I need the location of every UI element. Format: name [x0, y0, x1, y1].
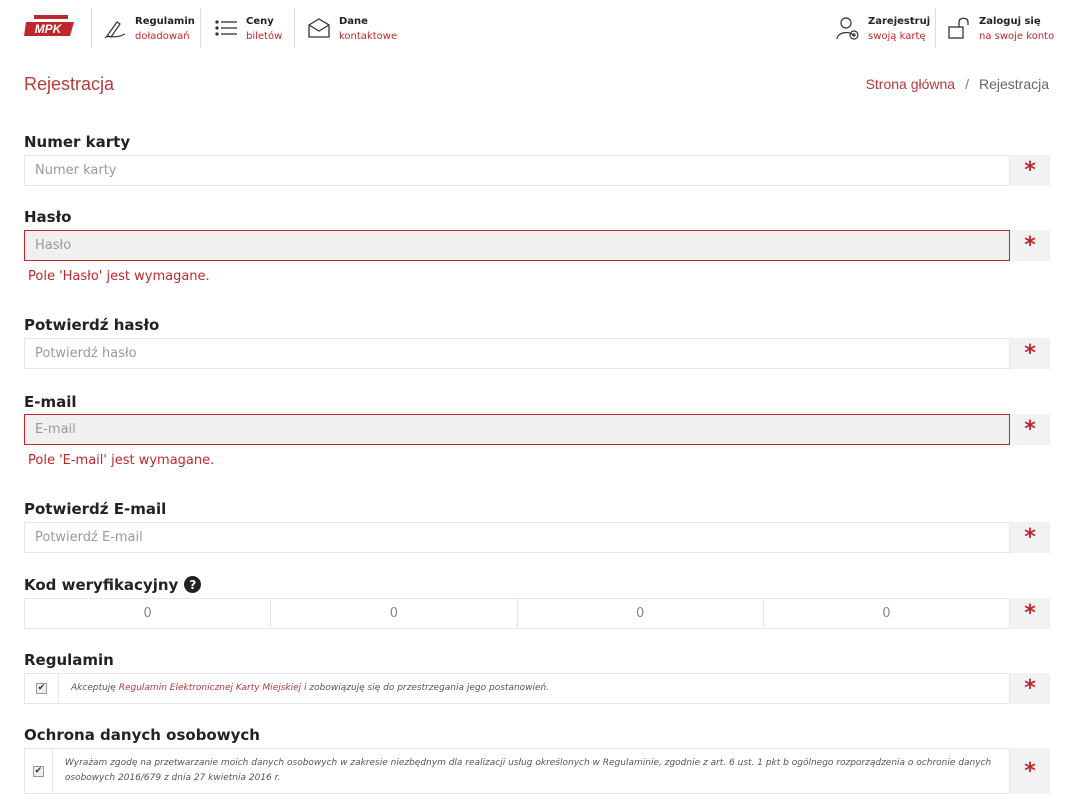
confirm-password-label: Potwierdź hasło [24, 316, 160, 334]
terms-row: ✔ Akceptuję Regulamin Elektronicznej Kar… [24, 673, 1010, 704]
divider [294, 8, 295, 48]
card-number-input[interactable]: Numer karty [24, 155, 1010, 186]
confirm-email-input[interactable]: Potwierdź E-mail [24, 522, 1010, 553]
list-icon [214, 16, 238, 40]
privacy-row: ✔ Wyrażam zgodę na przetwarzanie moich d… [24, 748, 1010, 794]
envelope-icon [307, 16, 331, 40]
nav-subtitle: na swoje konto [979, 31, 1055, 42]
nav-subtitle: swoją kartę [868, 31, 926, 42]
verification-code-label-text: Kod weryfikacyjny [24, 576, 179, 594]
terms-checkbox[interactable]: ✔ [36, 683, 47, 694]
terms-text-before: Akceptuję [71, 683, 119, 693]
verification-code-inputs: 0 0 0 0 [24, 598, 1010, 629]
verification-code-label: Kod weryfikacyjny? [24, 576, 202, 594]
breadcrumb-home-link[interactable]: Strona główna [866, 76, 956, 92]
email-error: Pole 'E-mail' jest wymagane. [28, 453, 215, 468]
verification-digit-input[interactable]: 0 [24, 598, 272, 629]
logo-text: MPK [35, 22, 63, 36]
required-marker: * [1010, 338, 1050, 369]
page-title: Rejestracja [24, 74, 115, 94]
email-input[interactable]: E-mail [24, 414, 1010, 445]
required-marker: * [1010, 673, 1050, 704]
required-marker: * [1010, 414, 1050, 445]
divider [91, 8, 92, 48]
nav-title: Zaloguj się [979, 16, 1041, 27]
terms-text: Akceptuję Regulamin Elektronicznej Karty… [59, 677, 561, 700]
confirm-email-label: Potwierdź E-mail [24, 500, 167, 518]
pen-icon [103, 16, 127, 40]
help-icon[interactable]: ? [184, 576, 202, 593]
nav-subtitle: kontaktowe [339, 31, 398, 42]
terms-link[interactable]: Regulamin Elektronicznej Karty Miejskiej [119, 683, 301, 693]
privacy-label: Ochrona danych osobowych [24, 726, 260, 744]
nav-regulamin[interactable]: Regulamin doładowań [103, 14, 195, 44]
required-marker: * [1010, 522, 1050, 553]
required-marker: * [1010, 155, 1050, 186]
card-number-label: Numer karty [24, 133, 131, 151]
nav-dane[interactable]: Dane kontaktowe [307, 14, 397, 44]
nav-title: Zarejestruj [868, 16, 931, 27]
verification-digit-input[interactable]: 0 [763, 598, 1010, 629]
email-label: E-mail [24, 393, 77, 411]
mpk-logo[interactable]: MPK [24, 14, 76, 40]
privacy-checkbox-cell: ✔ [25, 749, 53, 793]
nav-subtitle: biletów [246, 31, 283, 42]
divider [935, 8, 936, 48]
breadcrumb-separator: / [965, 76, 969, 92]
required-marker: * [1010, 598, 1050, 629]
top-header: MPK Regulamin doładowań Ceny biletów Dan… [0, 0, 1067, 58]
terms-checkbox-cell: ✔ [25, 674, 59, 703]
privacy-text: Wyrażam zgodę na przetwarzanie moich dan… [64, 758, 992, 783]
user-add-icon [836, 16, 860, 40]
confirm-password-input[interactable]: Potwierdź hasło [24, 338, 1010, 369]
breadcrumb-current: Rejestracja [978, 76, 1049, 92]
divider [200, 8, 201, 48]
nav-subtitle: doładowań [135, 31, 190, 42]
password-label: Hasło [24, 208, 72, 226]
required-marker: * [1010, 230, 1050, 261]
nav-title: Regulamin [135, 16, 195, 27]
nav-title: Ceny [246, 16, 274, 27]
terms-text-after: i zobowiązuję się do przestrzegania jego… [301, 683, 550, 693]
privacy-checkbox[interactable]: ✔ [32, 765, 44, 777]
nav-title: Dane [339, 16, 368, 27]
required-marker: * [1010, 748, 1050, 794]
password-input[interactable]: Hasło [24, 230, 1010, 261]
breadcrumb: Strona główna / Rejestracja [866, 76, 1049, 92]
terms-label: Regulamin [24, 651, 114, 669]
nav-register[interactable]: Zarejestruj swoją kartę [836, 14, 930, 44]
verification-digit-input[interactable]: 0 [271, 598, 518, 629]
unlock-icon [947, 16, 971, 40]
verification-digit-input[interactable]: 0 [517, 598, 764, 629]
nav-ceny[interactable]: Ceny biletów [214, 14, 282, 44]
nav-login[interactable]: Zaloguj się na swoje konto [947, 14, 1054, 44]
password-error: Pole 'Hasło' jest wymagane. [28, 269, 210, 284]
